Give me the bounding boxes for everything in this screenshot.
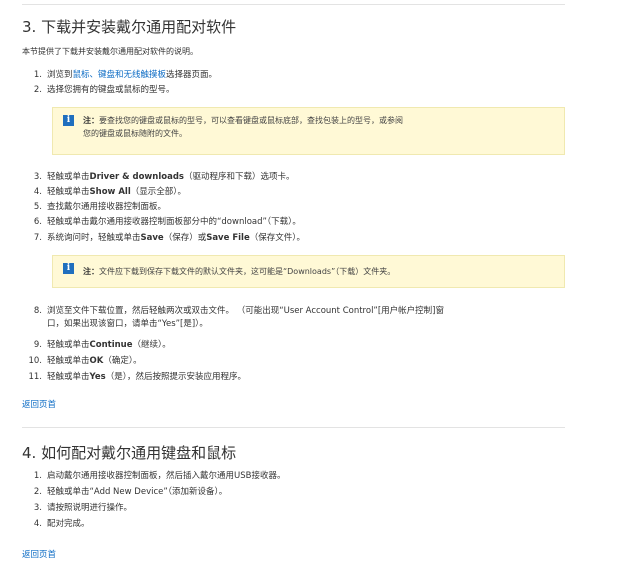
back-to-top-link[interactable]: 返回页首 bbox=[22, 398, 56, 410]
note-label: 注： bbox=[83, 116, 99, 125]
top-divider bbox=[22, 4, 565, 5]
note-box: i 注：文件应下载到保存下载文件的默认文件夹，这可能是“Downloads”（下… bbox=[52, 255, 565, 288]
info-icon: i bbox=[63, 263, 74, 274]
back-to-top-link[interactable]: 返回页首 bbox=[22, 548, 56, 560]
info-icon: i bbox=[63, 115, 74, 126]
section-3-title: 3. 下载并安装戴尔通用配对软件 bbox=[22, 18, 237, 36]
mouse-keyboard-link[interactable]: 鼠标、键盘和无线触摸板 bbox=[73, 70, 167, 80]
note-label: 注： bbox=[83, 267, 99, 276]
section-4-title: 4. 如何配对戴尔通用键盘和鼠标 bbox=[22, 444, 237, 462]
section-3-intro: 本节提供了下载并安装戴尔通用配对软件的说明。 bbox=[22, 47, 198, 56]
note-box: i 注：要查找您的键盘或鼠标的型号，可以查看键盘或鼠标底部，查找包装上的型号，或… bbox=[52, 107, 565, 155]
section-divider bbox=[22, 427, 565, 428]
